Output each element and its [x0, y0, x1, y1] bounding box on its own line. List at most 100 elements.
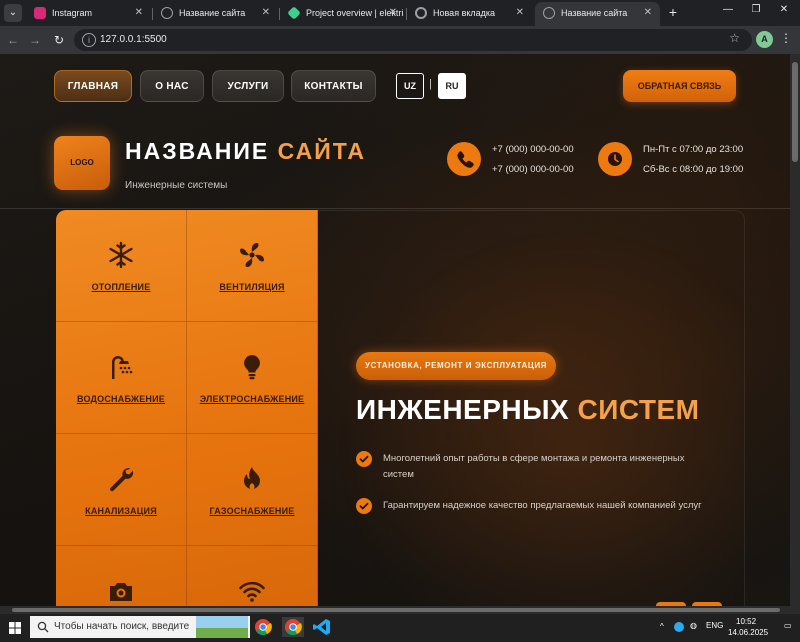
close-icon[interactable]: ✕ — [262, 2, 270, 24]
tab-site[interactable]: Название сайта ✕ — [153, 2, 278, 26]
globe-icon — [543, 7, 555, 19]
site-info-icon[interactable]: i — [82, 33, 96, 47]
tray-expand-icon[interactable]: ^ — [660, 622, 664, 631]
tab-new-tab[interactable]: Новая вкладка ✕ — [407, 2, 532, 26]
feedback-button[interactable]: ОБРАТНАЯ СВЯЗЬ — [623, 70, 736, 102]
profile-avatar[interactable]: A — [756, 31, 773, 48]
close-icon[interactable]: ✕ — [516, 2, 524, 24]
service-sewerage[interactable]: КАНАЛИЗАЦИЯ — [56, 434, 187, 546]
bookmark-star-icon[interactable]: ☆ — [729, 31, 740, 45]
service-gas-supply[interactable]: ГАЗОСНАБЖЕНИЕ — [187, 434, 318, 546]
vscode-taskbar-icon[interactable] — [311, 617, 333, 637]
wrench-icon — [110, 468, 134, 492]
back-icon[interactable]: ← — [4, 31, 22, 49]
horizontal-scrollbar[interactable] — [0, 606, 800, 614]
telegram-tray-icon[interactable] — [674, 622, 684, 632]
search-icon — [37, 621, 49, 633]
site-title-main: НАЗВАНИЕ — [125, 138, 278, 164]
url-text[interactable]: 127.0.0.1:5500 — [100, 29, 167, 51]
lang-ru-button[interactable]: RU — [438, 73, 466, 99]
vertical-scrollbar[interactable] — [790, 54, 800, 606]
menu-icon[interactable]: ⋮ — [780, 31, 792, 45]
hero-badge: УСТАНОВКА, РЕМОНТ И ЭКСПЛУАТАЦИЯ — [356, 352, 556, 380]
services-grid: ОТОПЛЕНИЕ ВЕНТИЛЯЦИЯ ВОДОСНАБЖЕНИЕ ЭЛЕКТ… — [56, 210, 318, 606]
browser-tab-bar: ⌄ Instagram ✕ Название сайта ✕ Project o… — [0, 0, 800, 26]
browser-toolbar: ← → ↻ i 127.0.0.1:5500 ☆ A ⋮ — [0, 26, 800, 54]
service-water-supply[interactable]: ВОДОСНАБЖЕНИЕ — [56, 322, 187, 434]
site-title: НАЗВАНИЕ САЙТА — [125, 138, 366, 165]
snowflake-icon — [109, 241, 133, 269]
notifications-icon[interactable]: ▭ — [784, 621, 792, 630]
chrome-taskbar-icon[interactable] — [252, 617, 274, 637]
phone-icon — [447, 142, 481, 176]
service-label[interactable]: КАНАЛИЗАЦИЯ — [56, 506, 186, 516]
nav-about-button[interactable]: О НАС — [140, 70, 204, 102]
tab-title: Instagram — [52, 8, 93, 18]
phone-number-2[interactable]: +7 (000) 000-00-00 — [492, 164, 574, 175]
hero-point-2: Гарантируем надежное качество предлагаем… — [383, 500, 702, 511]
site-subtitle: Инженерные системы — [125, 180, 228, 191]
restore-icon[interactable]: ❐ — [746, 4, 766, 15]
wifi-icon — [239, 581, 265, 602]
site-title-accent: САЙТА — [277, 138, 366, 164]
scrollbar-thumb[interactable] — [792, 62, 798, 162]
phone-number-1[interactable]: +7 (000) 000-00-00 — [492, 144, 574, 155]
supabase-icon — [287, 6, 301, 20]
taskbar-search[interactable]: Чтобы начать поиск, введите — [30, 616, 250, 638]
camera-icon — [110, 583, 132, 601]
service-internet[interactable] — [187, 546, 318, 606]
service-label[interactable]: ВОДОСНАБЖЕНИЕ — [56, 394, 186, 404]
scrollbar-thumb[interactable] — [12, 608, 780, 612]
clock-time[interactable]: 10:52 — [736, 617, 756, 626]
hero-title-accent: СИСТЕМ — [577, 394, 700, 425]
minimize-icon[interactable]: — — [718, 4, 738, 15]
lang-uz-button[interactable]: UZ — [396, 73, 424, 99]
search-highlight-image — [196, 616, 248, 638]
windows-start-icon[interactable] — [9, 621, 21, 634]
globe-icon — [161, 7, 173, 19]
shower-icon — [112, 356, 133, 379]
nav-home-button[interactable]: ГЛАВНАЯ — [54, 70, 132, 102]
tab-instagram[interactable]: Instagram ✕ — [26, 2, 151, 26]
service-heating[interactable]: ОТОПЛЕНИЕ — [56, 210, 187, 322]
service-ventilation[interactable]: ВЕНТИЛЯЦИЯ — [187, 210, 318, 322]
nav-services-button[interactable]: УСЛУГИ — [212, 70, 284, 102]
service-label[interactable]: ОТОПЛЕНИЕ — [56, 282, 186, 292]
address-bar[interactable]: i 127.0.0.1:5500 ☆ — [74, 29, 752, 51]
service-electricity[interactable]: ЭЛЕКТРОСНАБЖЕНИЕ — [187, 322, 318, 434]
close-icon[interactable]: ✕ — [135, 2, 143, 24]
close-icon[interactable]: ✕ — [644, 2, 652, 24]
hero-title-main: ИНЖЕНЕРНЫХ — [356, 394, 578, 425]
hero-title: ИНЖЕНЕРНЫХ СИСТЕМ — [356, 394, 699, 426]
header-divider — [0, 208, 790, 209]
clock-date[interactable]: 14.06.2025 — [728, 628, 768, 637]
service-label[interactable]: ВЕНТИЛЯЦИЯ — [187, 282, 317, 292]
tab-site-active[interactable]: Название сайта ✕ — [535, 2, 660, 26]
taskbar: Чтобы начать поиск, введите ^ ◍ ENG 10:5… — [0, 614, 800, 640]
service-label[interactable]: ГАЗОСНАБЖЕНИЕ — [187, 506, 317, 516]
tab-search-button[interactable]: ⌄ — [4, 4, 22, 22]
search-placeholder: Чтобы начать поиск, введите — [54, 621, 190, 632]
hours-weekdays: Пн-Пт с 07:00 до 23:00 — [643, 144, 744, 155]
hours-weekends: Сб-Вс с 08:00 до 19:00 — [643, 164, 744, 175]
tab-title: Название сайта — [561, 8, 628, 18]
tab-project-overview[interactable]: Project overview | elektri ✕ — [280, 2, 405, 26]
hero-point-1: Многолетний опыт работы в сфере монтажа … — [383, 453, 685, 480]
service-label[interactable]: ЭЛЕКТРОСНАБЖЕНИЕ — [187, 394, 317, 404]
site-logo[interactable]: LOGO — [54, 136, 110, 190]
service-video-surveillance[interactable] — [56, 546, 187, 606]
lightbulb-icon — [244, 355, 260, 380]
clock-icon — [598, 142, 632, 176]
check-icon — [356, 451, 372, 467]
window-close-icon[interactable]: ✕ — [774, 4, 794, 15]
network-icon[interactable]: ◍ — [690, 621, 697, 630]
fan-icon — [240, 243, 264, 267]
language-indicator[interactable]: ENG — [706, 621, 723, 630]
new-tab-button[interactable]: + — [664, 3, 682, 21]
nav-contacts-button[interactable]: КОНТАКТЫ — [291, 70, 376, 102]
close-icon[interactable]: ✕ — [389, 2, 397, 24]
tab-title: Новая вкладка — [433, 8, 496, 18]
reload-icon[interactable]: ↻ — [50, 31, 68, 49]
chrome-taskbar-icon-active[interactable] — [282, 617, 304, 637]
forward-icon[interactable]: → — [26, 31, 44, 49]
